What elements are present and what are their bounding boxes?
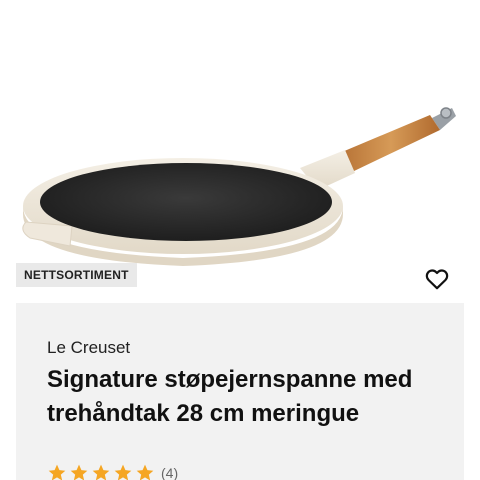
add-to-favorites-button[interactable] <box>424 266 450 292</box>
brand-name[interactable]: Le Creuset <box>47 338 130 358</box>
product-info-card[interactable]: Le Creuset Signature støpejernspanne med… <box>16 303 464 480</box>
heart-outline-icon <box>425 269 449 290</box>
rating-stars[interactable]: (4) <box>47 463 178 480</box>
star-icon <box>92 464 110 480</box>
product-title[interactable]: Signature støpejernspanne med trehåndtak… <box>47 363 447 431</box>
star-icon <box>136 464 154 480</box>
review-count[interactable]: (4) <box>161 465 178 480</box>
star-icon <box>70 464 88 480</box>
assortment-badge: NETTSORTIMENT <box>16 263 137 287</box>
product-image[interactable] <box>0 0 480 300</box>
product-card-page: NETTSORTIMENT Le Creuset Signature støpe… <box>0 0 480 480</box>
star-icon <box>114 464 132 480</box>
star-icon <box>48 464 66 480</box>
